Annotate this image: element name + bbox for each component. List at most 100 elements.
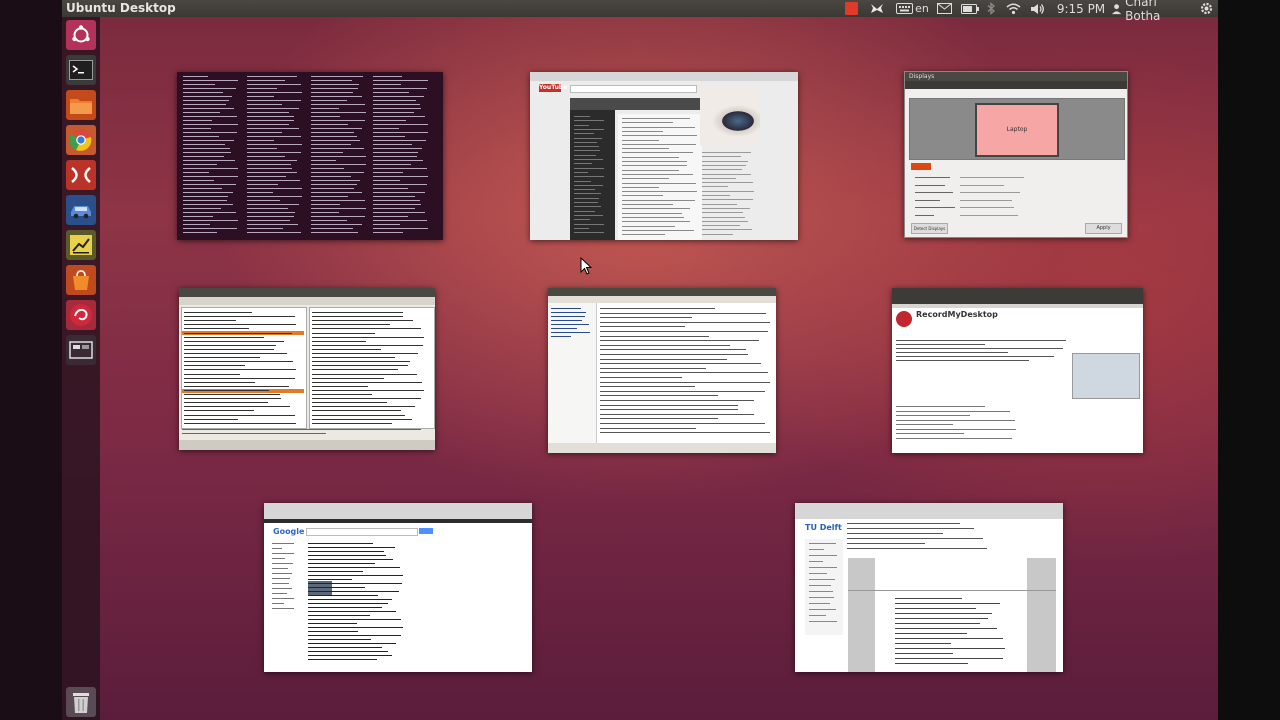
- text-line: [312, 402, 387, 404]
- text-line: [622, 148, 669, 150]
- detect-displays-button[interactable]: Detect Displays: [911, 223, 948, 234]
- launcher-workspace[interactable]: [66, 335, 96, 365]
- text-line: [702, 177, 736, 179]
- text-line: [312, 418, 412, 420]
- text-line: [551, 328, 577, 329]
- text-line: [312, 336, 424, 338]
- text-line: [247, 176, 286, 177]
- window-file-manager[interactable]: [179, 288, 435, 450]
- text-line: [895, 653, 953, 654]
- text-line: [247, 152, 301, 153]
- keyboard-layout[interactable]: en: [914, 0, 930, 17]
- text-line: [308, 571, 363, 572]
- window-displays-settings[interactable]: Displays Laptop Detect Displays Apply: [904, 71, 1128, 238]
- launcher-app-swirl[interactable]: [66, 300, 96, 330]
- volume-icon[interactable]: [1028, 0, 1046, 17]
- text-line: [896, 352, 1008, 353]
- clock[interactable]: 9:15 PM: [1056, 0, 1106, 17]
- displays-title: Displays: [905, 72, 1127, 81]
- window-terminal[interactable]: [177, 72, 443, 240]
- text-line: [809, 549, 824, 550]
- text-line: [183, 116, 237, 117]
- window-text-editor[interactable]: [548, 288, 776, 453]
- window-google-search[interactable]: Google: [264, 503, 532, 672]
- launcher-store[interactable]: [66, 265, 96, 295]
- text-line: [896, 356, 1054, 357]
- text-line: [308, 623, 357, 624]
- text-line: [247, 172, 297, 173]
- launcher-app-red[interactable]: [66, 160, 96, 190]
- user-menu[interactable]: Charl Botha: [1111, 0, 1191, 23]
- text-line: [311, 192, 362, 193]
- text-line: [847, 523, 960, 524]
- text-line: [247, 200, 280, 201]
- text-line: [184, 398, 281, 400]
- text-line: [896, 340, 1066, 341]
- launcher-chart-app[interactable]: [66, 230, 96, 260]
- text-line: [622, 195, 663, 197]
- text-line: [373, 92, 409, 93]
- record-indicator-icon[interactable]: [843, 0, 859, 17]
- text-line: [896, 437, 1012, 439]
- mail-icon[interactable]: [935, 0, 953, 17]
- text-line: [373, 212, 425, 213]
- arrow-cursor-icon: [580, 256, 593, 275]
- text-line: [183, 196, 228, 197]
- text-line: [702, 225, 740, 227]
- monitor-laptop-preview[interactable]: Laptop: [975, 103, 1059, 157]
- text-line: [312, 312, 403, 313]
- text-line: [311, 156, 366, 157]
- text-line: [308, 551, 384, 552]
- launcher-dash-home[interactable]: [66, 20, 96, 50]
- text-line: [895, 663, 968, 664]
- launcher-terminal[interactable]: [66, 55, 96, 85]
- text-line: [600, 423, 765, 424]
- text-line: [247, 156, 285, 157]
- text-line: [308, 643, 396, 644]
- apply-button[interactable]: Apply: [1085, 223, 1122, 234]
- keyboard-icon[interactable]: [894, 0, 914, 17]
- launcher-trash[interactable]: [66, 687, 96, 717]
- top-panel: Ubuntu Desktop en 9:15 PM Charl Botha: [62, 0, 1218, 23]
- battery-icon[interactable]: [960, 0, 980, 17]
- text-line: [373, 112, 414, 113]
- bluetooth-icon[interactable]: [984, 0, 998, 17]
- text-line: [622, 118, 690, 119]
- window-recordmydesktop-browser[interactable]: RecordMyDesktop: [892, 288, 1143, 453]
- text-line: [915, 214, 934, 216]
- text-line: [960, 199, 1012, 201]
- messaging-icon[interactable]: [868, 0, 886, 17]
- launcher-files[interactable]: [66, 90, 96, 120]
- google-search-button: [419, 528, 433, 534]
- text-line: [272, 543, 294, 544]
- text-line: [183, 164, 217, 165]
- text-line: [308, 591, 399, 592]
- text-line: [183, 136, 219, 137]
- text-line: [184, 402, 268, 404]
- window-tudelft-browser[interactable]: TU Delft: [795, 503, 1063, 672]
- text-line: [622, 152, 693, 154]
- chrome-icon: [69, 129, 92, 151]
- window-youtube-browser[interactable]: YouTube: [530, 72, 798, 240]
- text-line: [574, 193, 601, 195]
- browser-toolbar: [892, 288, 1143, 304]
- text-line: [184, 316, 295, 318]
- power-gear-icon[interactable]: [1198, 0, 1214, 17]
- launcher-car-app[interactable]: [66, 195, 96, 225]
- text-line: [183, 152, 231, 153]
- text-line: [896, 406, 985, 407]
- text-line: [373, 172, 403, 173]
- google-blackbar: [264, 519, 532, 523]
- text-line: [809, 615, 826, 616]
- text-line: [247, 144, 302, 145]
- text-line: [183, 184, 236, 185]
- text-line: [574, 150, 600, 152]
- browser-toolbar: [264, 503, 532, 519]
- wifi-icon[interactable]: [1004, 0, 1022, 17]
- text-line: [312, 373, 417, 375]
- launcher-chrome[interactable]: [66, 125, 96, 155]
- text-line: [702, 207, 750, 209]
- text-line: [622, 173, 693, 175]
- text-line: [311, 88, 358, 89]
- text-line: [574, 227, 589, 229]
